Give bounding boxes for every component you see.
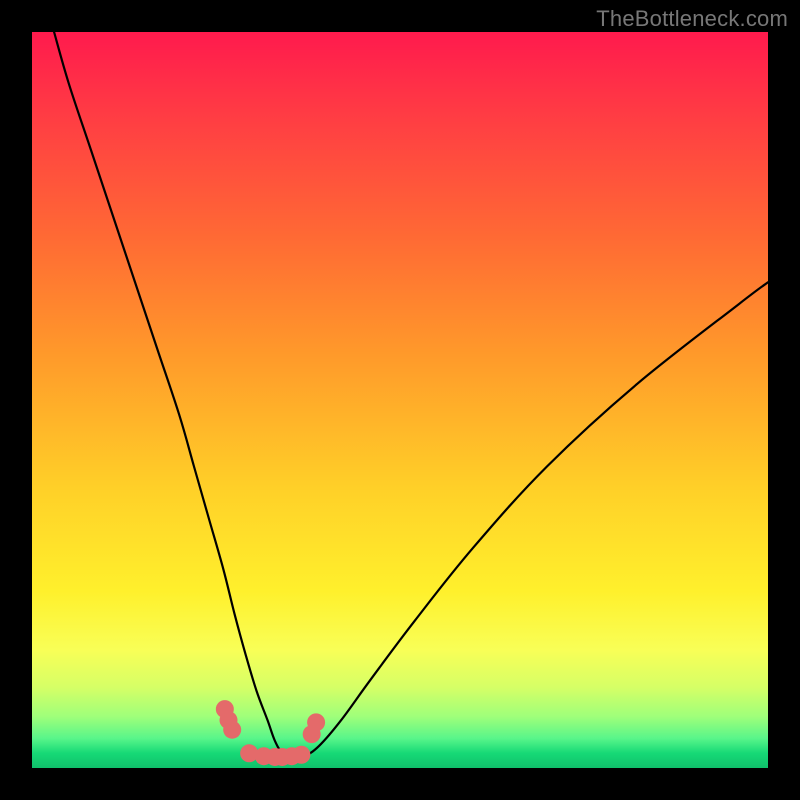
marker-dot [223,721,241,739]
chart-frame: TheBottleneck.com [0,0,800,800]
marker-dot [292,746,310,764]
bottleneck-curve [54,32,768,758]
dot-markers [216,700,325,766]
plot-area [32,32,768,768]
curve-svg [32,32,768,768]
marker-dot [307,713,325,731]
watermark-text: TheBottleneck.com [596,6,788,32]
